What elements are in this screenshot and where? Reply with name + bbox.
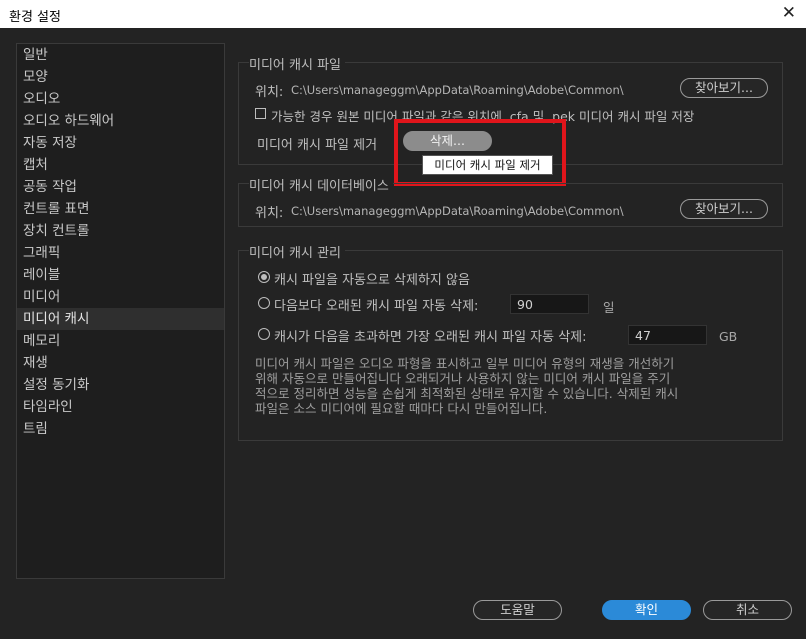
sidebar-item[interactable]: 일반 — [17, 44, 224, 66]
no-auto-delete-label: 캐시 파일을 자동으로 삭제하지 않음 — [274, 273, 470, 288]
title-bar: 환경 설정 ✕ — [0, 0, 806, 28]
delete-older-label: 다음보다 오래된 캐시 파일 자동 삭제: — [274, 299, 479, 314]
no-auto-delete-radio[interactable] — [258, 271, 270, 283]
sidebar-list: 일반 모양 오디오 오디오 하드웨어 자동 저장 캡처 공동 작업 컨트롤 표면 장치 컨트롤 그… — [17, 44, 224, 440]
size-limit-label: 캐시가 다음을 초과하면 가장 오래된 캐시 파일 자동 삭제: — [274, 330, 587, 345]
help-button[interactable]: 도움말 — [473, 600, 562, 620]
sidebar-item[interactable]: 그래픽 — [17, 242, 224, 264]
sidebar-item[interactable]: 미디어 — [17, 286, 224, 308]
remove-cache-label: 미디어 캐시 파일 제거 — [257, 138, 378, 153]
sidebar-item[interactable]: 재생 — [17, 352, 224, 374]
sidebar-item[interactable]: 자동 저장 — [17, 132, 224, 154]
sidebar-item[interactable]: 설정 동기화 — [17, 374, 224, 396]
gb-unit: GB — [719, 329, 738, 344]
sidebar-item[interactable]: 메모리 — [17, 330, 224, 352]
cancel-button[interactable]: 취소 — [703, 600, 792, 620]
sidebar-item[interactable]: 오디오 하드웨어 — [17, 110, 224, 132]
panel-title: 미디어 캐시 관리 — [249, 242, 345, 261]
browse-button[interactable]: 찾아보기... — [680, 199, 768, 219]
days-unit: 일 — [603, 300, 615, 315]
sidebar-item[interactable]: 공동 작업 — [17, 176, 224, 198]
sidebar-item[interactable]: 컨트롤 표면 — [17, 198, 224, 220]
save-beside-checkbox[interactable] — [255, 108, 266, 119]
sidebar-item[interactable]: 오디오 — [17, 88, 224, 110]
preferences-sidebar: 일반 모양 오디오 오디오 하드웨어 자동 저장 캡처 공동 작업 컨트롤 표면 장치 컨트롤 그… — [16, 43, 225, 579]
sidebar-item[interactable]: 트림 — [17, 418, 224, 440]
location-label: 위치: — [255, 206, 284, 221]
panel-title: 미디어 캐시 데이터베이스 — [249, 175, 393, 194]
save-beside-label: 가능한 경우 원본 미디어 파일과 같은 위치에 .cfa 및 .pek 미디어… — [271, 109, 695, 124]
ok-button[interactable]: 확인 — [602, 600, 691, 620]
description-text: 미디어 캐시 파일은 오디오 파형을 표시하고 일부 미디어 유형의 재생을 개… — [255, 356, 679, 416]
sidebar-item[interactable]: 캡처 — [17, 154, 224, 176]
delete-tooltip: 미디어 캐시 파일 제거 — [422, 155, 553, 175]
gb-field[interactable]: 47 — [628, 325, 707, 345]
days-field[interactable]: 90 — [510, 294, 589, 314]
panel-title: 미디어 캐시 파일 — [249, 54, 345, 73]
delete-older-radio[interactable] — [258, 297, 270, 309]
delete-button[interactable]: 삭제... — [403, 131, 492, 151]
sidebar-item[interactable]: 장치 컨트롤 — [17, 220, 224, 242]
sidebar-item[interactable]: 레이블 — [17, 264, 224, 286]
cache-files-path: C:\Users\manageggm\AppData\Roaming\Adobe… — [291, 83, 624, 97]
browse-button[interactable]: 찾아보기... — [680, 78, 768, 98]
sidebar-item[interactable]: 타임라인 — [17, 396, 224, 418]
location-label: 위치: — [255, 85, 284, 100]
window-title: 환경 설정 — [9, 10, 61, 25]
sidebar-item[interactable]: 모양 — [17, 66, 224, 88]
sidebar-item[interactable]: 미디어 캐시 — [17, 308, 224, 330]
cache-db-path: C:\Users\manageggm\AppData\Roaming\Adobe… — [291, 204, 624, 218]
size-limit-radio[interactable] — [258, 328, 270, 340]
close-icon[interactable]: ✕ — [782, 3, 796, 23]
